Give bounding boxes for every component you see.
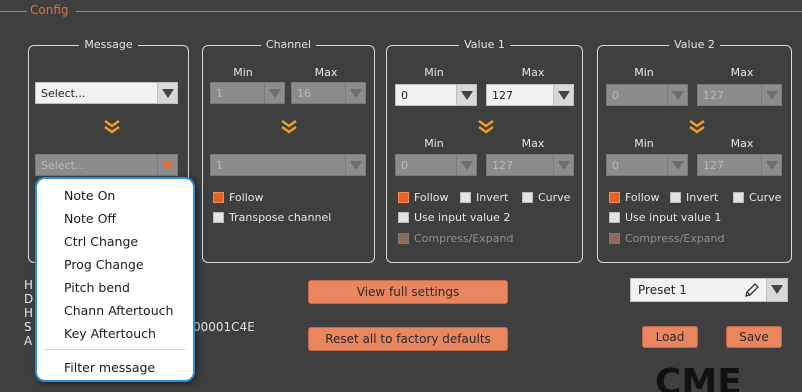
value2-max-select[interactable]: 127 xyxy=(697,84,782,106)
checkbox-box[interactable] xyxy=(733,192,744,203)
transpose-channel-checkbox[interactable]: Transpose channel xyxy=(213,211,331,224)
value1-min2-label: Min xyxy=(424,137,444,150)
channel-target-select[interactable]: 1 xyxy=(210,154,366,176)
value2-follow-checkbox[interactable]: Follow xyxy=(609,191,660,204)
checkbox-box[interactable] xyxy=(609,233,620,244)
pencil-icon[interactable] xyxy=(744,282,760,301)
chevron-down-icon[interactable] xyxy=(456,155,476,175)
menu-item-note-off[interactable]: Note Off xyxy=(64,211,116,226)
info-label-fragment: H xyxy=(24,306,34,320)
double-chevron-down-icon xyxy=(280,120,298,134)
checkbox-box[interactable] xyxy=(609,192,620,203)
chevron-down-icon[interactable] xyxy=(345,155,365,175)
message-select-target[interactable]: Select... xyxy=(35,154,178,176)
menu-item-prog-change[interactable]: Prog Change xyxy=(64,257,144,272)
value1-curve-checkbox[interactable]: Curve xyxy=(522,191,570,204)
value2-invert-checkbox[interactable]: Invert xyxy=(670,191,718,204)
value2-max-label: Max xyxy=(730,66,754,79)
config-title: Config xyxy=(30,3,69,17)
preset-select[interactable]: Preset 1 xyxy=(630,278,788,302)
chevron-down-icon[interactable] xyxy=(157,83,177,103)
channel-min-select[interactable]: 1 xyxy=(210,82,285,104)
double-chevron-down-icon xyxy=(688,120,706,134)
double-chevron-down-icon xyxy=(103,120,121,134)
info-label-fragment: A xyxy=(24,334,33,348)
svg-text:CME: CME xyxy=(655,362,742,392)
menu-separator xyxy=(45,349,185,350)
info-label-fragment: H xyxy=(24,278,34,292)
value2-compress-checkbox[interactable]: Compress/Expand xyxy=(609,232,724,245)
value2-max2-label: Max xyxy=(730,137,754,150)
value1-group-title: Value 1 xyxy=(459,38,510,51)
chevron-down-icon[interactable] xyxy=(667,85,687,105)
double-chevron-down-icon xyxy=(477,120,495,134)
checkbox-box[interactable] xyxy=(398,192,409,203)
checkbox-box[interactable] xyxy=(522,192,533,203)
value2-curve-checkbox[interactable]: Curve xyxy=(733,191,781,204)
chevron-down-icon[interactable] xyxy=(157,155,177,175)
message-select-source[interactable]: Select... xyxy=(35,82,178,104)
value1-min-label: Min xyxy=(424,66,444,79)
value1-invert-checkbox[interactable]: Invert xyxy=(460,191,508,204)
value1-max-label: Max xyxy=(521,66,545,79)
checkbox-box[interactable] xyxy=(398,233,409,244)
value1-use-input-checkbox[interactable]: Use input value 2 xyxy=(398,211,510,224)
menu-item-note-on[interactable]: Note On xyxy=(64,188,115,203)
checkbox-box[interactable] xyxy=(670,192,681,203)
value2-min2-label: Min xyxy=(634,137,654,150)
value2-use-input-checkbox[interactable]: Use input value 1 xyxy=(609,211,721,224)
info-label-fragment: S xyxy=(24,320,32,334)
config-header: Config xyxy=(0,0,802,22)
channel-group-title: Channel xyxy=(260,38,317,51)
value2-group-title: Value 2 xyxy=(669,38,720,51)
value1-min-select[interactable]: 0 xyxy=(395,84,477,106)
view-full-settings-button[interactable]: View full settings xyxy=(308,280,508,304)
chevron-down-icon[interactable] xyxy=(761,85,781,105)
load-button[interactable]: Load xyxy=(642,326,698,348)
save-button[interactable]: Save xyxy=(726,326,782,348)
chevron-down-icon[interactable] xyxy=(553,85,573,105)
value2-min-select[interactable]: 0 xyxy=(606,84,688,106)
channel-max-select[interactable]: 16 xyxy=(291,82,366,104)
channel-min-label: Min xyxy=(233,66,253,79)
message-group-title: Message xyxy=(79,38,138,51)
value1-max2-label: Max xyxy=(521,137,545,150)
checkbox-box[interactable] xyxy=(398,212,409,223)
chevron-down-icon[interactable] xyxy=(264,83,284,103)
chevron-down-icon[interactable] xyxy=(667,155,687,175)
cme-logo: CME xyxy=(655,360,775,392)
value1-max2-select[interactable]: 127 xyxy=(486,154,574,176)
menu-item-filter-message[interactable]: Filter message xyxy=(64,360,155,375)
value2-max2-select[interactable]: 127 xyxy=(697,154,782,176)
chevron-down-icon[interactable] xyxy=(766,279,787,301)
chevron-down-icon[interactable] xyxy=(761,155,781,175)
info-label-fragment: D xyxy=(24,292,34,306)
config-rule-left xyxy=(0,11,27,12)
checkbox-box[interactable] xyxy=(213,192,224,203)
menu-item-pitch-bend[interactable]: Pitch bend xyxy=(64,280,130,295)
checkbox-box[interactable] xyxy=(213,212,224,223)
value2-min2-select[interactable]: 0 xyxy=(606,154,688,176)
serial-number: 00001C4E xyxy=(193,320,255,334)
menu-item-chann-aftertouch[interactable]: Chann Aftertouch xyxy=(64,303,173,318)
value1-min2-select[interactable]: 0 xyxy=(395,154,477,176)
value1-max-select[interactable]: 127 xyxy=(486,84,574,106)
checkbox-box[interactable] xyxy=(460,192,471,203)
config-rule-right xyxy=(76,11,802,12)
chevron-down-icon[interactable] xyxy=(345,83,365,103)
message-type-dropdown: Note On Note Off Ctrl Change Prog Change… xyxy=(35,177,195,382)
channel-follow-checkbox[interactable]: Follow xyxy=(213,191,264,204)
checkbox-box[interactable] xyxy=(609,212,620,223)
chevron-down-icon[interactable] xyxy=(553,155,573,175)
reset-factory-defaults-button[interactable]: Reset all to factory defaults xyxy=(308,327,508,351)
chevron-down-icon[interactable] xyxy=(456,85,476,105)
menu-item-ctrl-change[interactable]: Ctrl Change xyxy=(64,234,138,249)
value1-compress-checkbox[interactable]: Compress/Expand xyxy=(398,232,513,245)
channel-max-label: Max xyxy=(314,66,338,79)
value2-min-label: Min xyxy=(634,66,654,79)
menu-item-key-aftertouch[interactable]: Key Aftertouch xyxy=(64,326,156,341)
value1-follow-checkbox[interactable]: Follow xyxy=(398,191,449,204)
